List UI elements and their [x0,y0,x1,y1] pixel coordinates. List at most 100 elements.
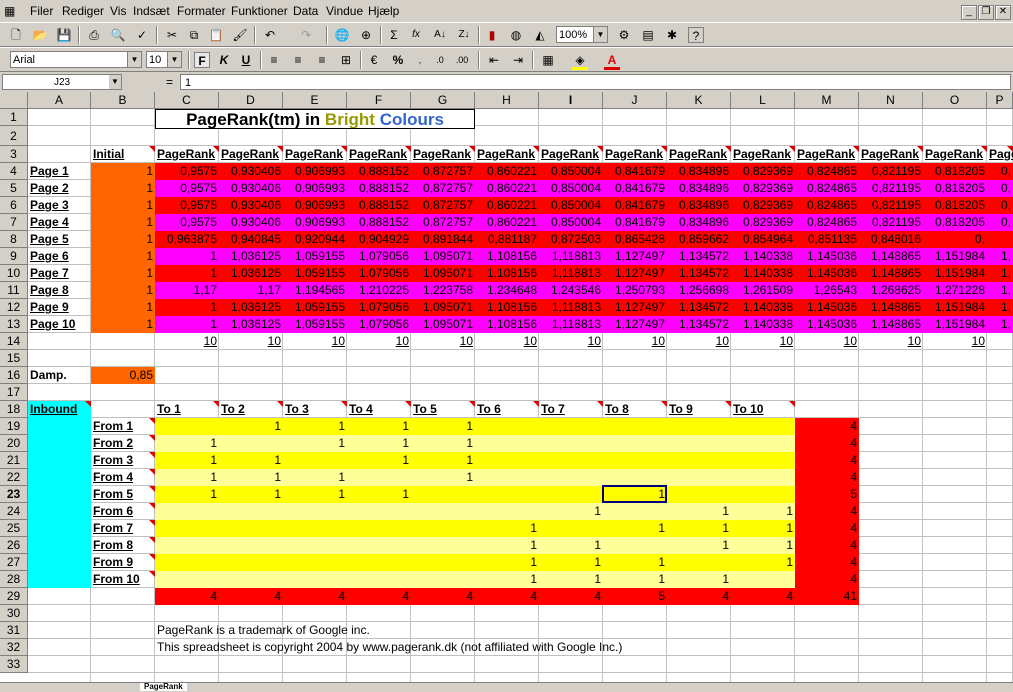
pagerank-value[interactable]: 0,829369 [731,214,795,231]
column-header[interactable]: B [91,92,155,109]
copy-icon[interactable]: ⧉ [186,27,202,43]
link-cell[interactable]: 1 [731,503,795,520]
page-label[interactable]: Page 6 [28,248,91,265]
sheet-tab[interactable]: PageRank [140,683,187,691]
pagerank-header[interactable]: PageRank [539,146,603,163]
link-cell[interactable] [603,537,667,554]
inbound-cell[interactable] [28,554,91,571]
row-header[interactable]: 9 [0,248,28,265]
pagerank-value[interactable]: 1 [155,265,219,282]
link-cell[interactable] [347,554,411,571]
row-header[interactable]: 13 [0,316,28,333]
pagerank-value[interactable]: 1,059155 [283,299,347,316]
column-total[interactable]: 4 [539,588,603,605]
from-label[interactable]: From 7 [91,520,155,537]
row-header[interactable]: 29 [0,588,28,605]
inbound-header[interactable]: Inbound [28,401,91,418]
link-cell[interactable] [539,435,603,452]
toolbar-extra2-icon[interactable]: ▤ [640,27,656,43]
link-cell[interactable]: 1 [603,520,667,537]
link-cell[interactable]: 1 [539,537,603,554]
pagerank-value[interactable]: 1,134572 [667,316,731,333]
redo-icon[interactable]: ↷ [298,27,314,43]
row-header[interactable]: 12 [0,299,28,316]
open-icon[interactable]: 📂 [32,27,48,43]
menu-item[interactable]: Indsæt [133,4,170,18]
from-label[interactable]: From 8 [91,537,155,554]
sum-value[interactable]: 10 [923,333,987,350]
pagerank-value[interactable]: 1 [155,248,219,265]
pagerank-value[interactable]: 1,059155 [283,316,347,333]
link-cell[interactable] [283,571,347,588]
row-header[interactable]: 3 [0,146,28,163]
pagerank-value[interactable]: 0,829369 [731,197,795,214]
sum-value[interactable]: 10 [219,333,283,350]
link-cell[interactable]: 1 [283,418,347,435]
damp-label[interactable]: Damp. [28,367,91,384]
pagerank-value[interactable]: 1,151984 [923,265,987,282]
comma-style-icon[interactable]: , [412,52,428,68]
link-cell[interactable] [347,520,411,537]
currency-icon[interactable]: € [366,52,382,68]
row-header[interactable]: 4 [0,163,28,180]
restore-button[interactable]: ❐ [978,5,994,20]
font-select[interactable]: Arial ▼ [10,51,142,68]
pagerank-value[interactable]: 1,256698 [667,282,731,299]
link-cell[interactable] [603,418,667,435]
merge-center-icon[interactable]: ⊞ [338,52,354,68]
to-header[interactable]: To 3 [283,401,347,418]
pagerank-header[interactable]: PageRank [475,146,539,163]
link-cell[interactable] [411,520,475,537]
pagerank-value[interactable]: 1 [155,299,219,316]
pagerank-value[interactable]: 1,17 [219,282,283,299]
link-cell[interactable]: 1 [411,435,475,452]
link-cell[interactable]: 1 [155,469,219,486]
print-icon[interactable]: ⎙ [86,27,102,43]
row-header[interactable]: 10 [0,265,28,282]
initial-value[interactable]: 1 [91,299,155,316]
pagerank-value[interactable]: 0,824865 [795,197,859,214]
link-cell[interactable] [283,537,347,554]
drawing-icon[interactable]: ◭ [532,27,548,43]
initial-value[interactable]: 1 [91,163,155,180]
pagerank-value[interactable]: 0,851135 [795,231,859,248]
row-header[interactable]: 18 [0,401,28,418]
pagerank-value[interactable]: 1,079056 [347,299,411,316]
borders-icon[interactable]: ▦ [540,52,556,68]
pagerank-value[interactable]: 1,108156 [475,299,539,316]
web-toolbar-icon[interactable]: ⊕ [358,27,374,43]
pagerank-value[interactable]: 1,151984 [923,299,987,316]
to-header[interactable]: To 2 [219,401,283,418]
sum-value[interactable]: 10 [411,333,475,350]
pagerank-value[interactable]: 1,223758 [411,282,475,299]
link-cell[interactable] [475,503,539,520]
pagerank-value[interactable]: 0,920944 [283,231,347,248]
from-label[interactable]: From 5 [91,486,155,503]
align-center-icon[interactable]: ≡ [290,52,306,68]
pagerank-value[interactable]: 1,145036 [795,299,859,316]
pagerank-value[interactable]: 0,818205 [923,163,987,180]
sum-value[interactable]: 10 [475,333,539,350]
column-header[interactable]: I [539,92,603,109]
formula-equals[interactable]: = [166,75,173,89]
pagerank-value[interactable]: 1,108156 [475,316,539,333]
link-cell[interactable] [155,537,219,554]
page-label[interactable]: Page 5 [28,231,91,248]
pagerank-header[interactable]: PageRank [283,146,347,163]
print-preview-icon[interactable]: 🔍 [110,27,126,43]
pagerank-value[interactable]: 1,036125 [219,316,283,333]
row-total[interactable]: 4 [795,418,859,435]
pagerank-value[interactable]: 1,095071 [411,316,475,333]
link-cell[interactable] [667,486,731,503]
pagerank-value[interactable]: 0,872757 [411,163,475,180]
pagerank-value[interactable]: 0,841679 [603,163,667,180]
row-header[interactable]: 33 [0,656,28,673]
row-header[interactable]: 1 [0,109,28,126]
column-total[interactable]: 4 [411,588,475,605]
link-cell[interactable]: 1 [731,554,795,571]
link-cell[interactable]: 1 [283,435,347,452]
link-cell[interactable]: 1 [667,503,731,520]
menu-item[interactable]: Vis [110,4,126,18]
pagerank-value[interactable]: 0,850004 [539,180,603,197]
inbound-cell[interactable] [28,571,91,588]
